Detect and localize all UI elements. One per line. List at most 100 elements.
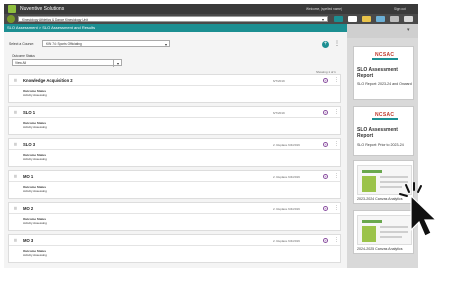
tool-gray-icon[interactable]: [390, 16, 399, 22]
outcome-card[interactable]: ⠿ Knowledge Acquisition 2 6/7/2019 + ⋮ O…: [8, 74, 341, 103]
drag-handle-icon[interactable]: ⠿: [14, 110, 17, 115]
kebab-menu-icon[interactable]: ⋮: [334, 77, 339, 83]
card-status-value: Activity Assessing: [23, 253, 47, 257]
reports-panel-header: ▾: [347, 24, 418, 38]
plus-circle-icon[interactable]: +: [323, 173, 328, 179]
report-subtitle: 2024-2025 Canvas Analytics: [357, 247, 403, 251]
chevron-down-icon: ▾: [321, 17, 324, 22]
tool-teal-icon[interactable]: [334, 16, 343, 22]
plus-circle-icon[interactable]: +: [323, 237, 328, 243]
breadcrumb: SLO Assessment > SLO Assessment and Resu…: [4, 24, 347, 32]
drag-handle-icon[interactable]: ⠿: [14, 78, 17, 83]
outcome-card[interactable]: ⠿ MO 1 2. Replace 6/4/2019 + ⋮ Outcome S…: [8, 170, 341, 199]
status-select[interactable]: View All ▾: [12, 59, 122, 67]
outcome-card[interactable]: ⠿ SLO 1 6/7/2019 + ⋮ Outcome Status Acti…: [8, 106, 341, 135]
nuventive-logo-icon: [8, 5, 16, 13]
card-header: ⠿ MO 1 2. Replace 6/4/2019 + ⋮: [9, 171, 340, 182]
drag-handle-icon[interactable]: ⠿: [14, 206, 17, 211]
report-subtitle: SLO Report: Prior to 2023-24: [357, 143, 404, 147]
thumb-line: [380, 176, 408, 178]
outcome-card[interactable]: ⠿ SLO 3 2. Replace 6/4/2019 + ⋮ Outcome …: [8, 138, 341, 167]
kebab-menu-icon[interactable]: ⋮: [334, 41, 340, 47]
card-title[interactable]: MO 2: [23, 206, 33, 211]
tool-white-icon[interactable]: [348, 16, 357, 22]
card-header: ⠿ SLO 1 6/7/2019 + ⋮: [9, 107, 340, 118]
card-status-value: Activity Assessing: [23, 125, 47, 129]
drag-handle-icon[interactable]: ⠿: [14, 142, 17, 147]
kebab-menu-icon[interactable]: ⋮: [334, 141, 339, 147]
logo-underline: [372, 118, 398, 120]
thumb-block: [362, 226, 376, 242]
card-meta: 2. Replace 6/4/2019: [273, 142, 300, 147]
app-window: Nuventive Solutions Welcome, (spelled na…: [4, 4, 418, 268]
select-divider: [113, 60, 114, 67]
cursor-arrow: [410, 194, 438, 237]
kebab-menu-icon[interactable]: ⋮: [334, 173, 339, 179]
plus-circle-icon[interactable]: +: [323, 141, 328, 147]
card-header: ⠿ SLO 3 2. Replace 6/4/2019 + ⋮: [9, 139, 340, 150]
thumb-header-bar: [362, 220, 382, 223]
card-status-value: Activity Assessing: [23, 93, 47, 97]
status-label: Outcome Status: [12, 54, 35, 58]
card-title[interactable]: Knowledge Acquisition 2: [23, 78, 73, 83]
click-ray: [399, 193, 408, 197]
department-value: Kinesiology Athletics & Dance Kinesiolog…: [22, 18, 88, 22]
tool-blue-icon[interactable]: [376, 16, 385, 22]
report-subtitle: 2023-2024 Canvas Analytics: [357, 197, 403, 201]
card-meta: 6/7/2019: [273, 110, 285, 115]
plus-circle-icon[interactable]: +: [323, 205, 328, 211]
main-content: Select a Course: KIN 74: Sports Officiat…: [4, 32, 347, 268]
status-value: View All: [15, 61, 27, 65]
report-title: SLO Assessment Report: [357, 67, 398, 79]
add-outcome-button[interactable]: +: [322, 41, 329, 48]
card-status-value: Activity Assessing: [23, 189, 47, 193]
app-title: Nuventive Solutions: [20, 6, 65, 12]
top-bar: Nuventive Solutions Welcome, (spelled na…: [4, 4, 418, 14]
card-status-value: Activity Assessing: [23, 221, 47, 225]
home-icon[interactable]: [7, 15, 15, 23]
click-ray: [405, 184, 410, 193]
thumb-block: [362, 176, 376, 192]
logo-underline: [372, 58, 398, 60]
kebab-menu-icon[interactable]: ⋮: [334, 205, 339, 211]
report-subtitle: SLO Report: 2023-24 and Onward: [357, 82, 412, 86]
drag-handle-icon[interactable]: ⠿: [14, 174, 17, 179]
card-title[interactable]: MO 3: [23, 238, 33, 243]
card-meta: 6/7/2019: [273, 78, 285, 83]
outcome-card[interactable]: ⠿ MO 2 2. Replace 6/4/2019 + ⋮ Outcome S…: [8, 202, 341, 231]
tool-light-icon[interactable]: [404, 16, 413, 22]
report-card[interactable]: NCSAC SLO Assessment Report SLO Report: …: [353, 106, 414, 156]
chevron-down-icon: ▾: [116, 61, 119, 66]
course-label: Select a Course:: [9, 42, 35, 46]
card-meta: 2. Replace 6/4/2019: [273, 174, 300, 179]
department-select[interactable]: Kinesiology Athletics & Dance Kinesiolog…: [18, 16, 328, 22]
card-header: ⠿ MO 2 2. Replace 6/4/2019 + ⋮: [9, 203, 340, 214]
thumb-header-bar: [362, 170, 382, 173]
course-value: KIN 74: Sports Officiating: [46, 42, 82, 46]
card-title[interactable]: MO 1: [23, 174, 33, 179]
course-select[interactable]: KIN 74: Sports Officiating ▾: [42, 40, 170, 47]
card-status-value: Activity Assessing: [23, 157, 47, 161]
card-meta: 2. Replace 6/4/2019: [273, 206, 300, 211]
sign-out-link[interactable]: Sign out: [394, 7, 406, 11]
plus-circle-icon[interactable]: +: [323, 77, 328, 83]
department-bar: Kinesiology Athletics & Dance Kinesiolog…: [4, 14, 418, 24]
tool-yellow-icon[interactable]: [362, 16, 371, 22]
click-ray: [417, 185, 422, 193]
card-header: ⠿ MO 3 2. Replace 6/4/2019 + ⋮: [9, 235, 340, 246]
card-header: ⠿ Knowledge Acquisition 2 6/7/2019 + ⋮: [9, 75, 340, 86]
report-card[interactable]: NCSAC SLO Assessment Report SLO Report: …: [353, 46, 414, 100]
chevron-down-icon: ▾: [164, 42, 167, 47]
outcome-card[interactable]: ⠿ MO 3 2. Replace 6/4/2019 + ⋮ Outcome S…: [8, 234, 341, 263]
report-title: SLO Assessment Report: [357, 127, 398, 139]
kebab-menu-icon[interactable]: ⋮: [334, 237, 339, 243]
plus-circle-icon[interactable]: +: [323, 109, 328, 115]
card-meta: 2. Replace 6/4/2019: [273, 238, 300, 243]
drag-handle-icon[interactable]: ⠿: [14, 238, 17, 243]
welcome-text: Welcome, (spelled name): [306, 7, 343, 11]
chevron-down-icon[interactable]: ▾: [407, 27, 410, 33]
kebab-menu-icon[interactable]: ⋮: [334, 109, 339, 115]
card-title[interactable]: SLO 1: [23, 110, 35, 115]
pointer-hand-icon: [399, 182, 438, 237]
card-title[interactable]: SLO 3: [23, 142, 35, 147]
